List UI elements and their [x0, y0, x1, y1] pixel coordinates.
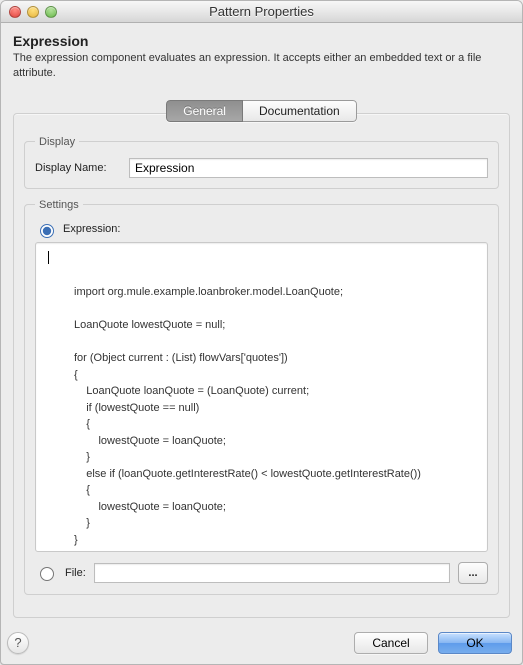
traffic-lights: [1, 6, 57, 18]
tab-bar: General Documentation: [13, 91, 510, 113]
browse-button[interactable]: ...: [458, 562, 488, 584]
expression-radio-row: Expression:: [35, 221, 488, 238]
page-description: The expression component evaluates an ex…: [13, 51, 510, 81]
ok-button[interactable]: OK: [438, 632, 512, 654]
display-name-row: Display Name:: [35, 158, 488, 178]
text-cursor: [48, 251, 49, 264]
display-name-label: Display Name:: [35, 162, 121, 174]
dialog-window: Pattern Properties Expression The expres…: [0, 0, 523, 665]
cancel-button[interactable]: Cancel: [354, 632, 428, 654]
file-radio[interactable]: [40, 567, 54, 581]
titlebar: Pattern Properties: [1, 1, 522, 23]
file-radio-label: File:: [65, 567, 86, 579]
content-area: Expression The expression component eval…: [1, 23, 522, 630]
tab-documentation[interactable]: Documentation: [243, 100, 357, 122]
settings-group: Settings Expression: import org.mule.exa…: [24, 199, 499, 595]
window-title: Pattern Properties: [1, 4, 522, 19]
expression-textarea[interactable]: import org.mule.example.loanbroker.model…: [35, 242, 488, 552]
display-group: Display Display Name:: [24, 136, 499, 189]
dialog-footer: ? Cancel OK: [1, 630, 522, 664]
file-row: File: ...: [35, 562, 488, 584]
expression-radio-label: Expression:: [63, 223, 120, 235]
file-path-input[interactable]: [94, 563, 450, 583]
segmented-control: General Documentation: [166, 100, 356, 122]
expression-radio[interactable]: [40, 224, 54, 238]
zoom-icon[interactable]: [45, 6, 57, 18]
help-button[interactable]: ?: [7, 632, 29, 654]
help-icon: ?: [14, 635, 21, 650]
settings-legend: Settings: [35, 199, 83, 211]
close-icon[interactable]: [9, 6, 21, 18]
page-heading: Expression: [13, 33, 510, 49]
display-legend: Display: [35, 136, 79, 148]
general-panel: Display Display Name: Settings Expressio…: [13, 113, 510, 618]
display-name-input[interactable]: [129, 158, 488, 178]
tab-general[interactable]: General: [166, 100, 243, 122]
minimize-icon[interactable]: [27, 6, 39, 18]
expression-code: import org.mule.example.loanbroker.model…: [46, 268, 477, 552]
